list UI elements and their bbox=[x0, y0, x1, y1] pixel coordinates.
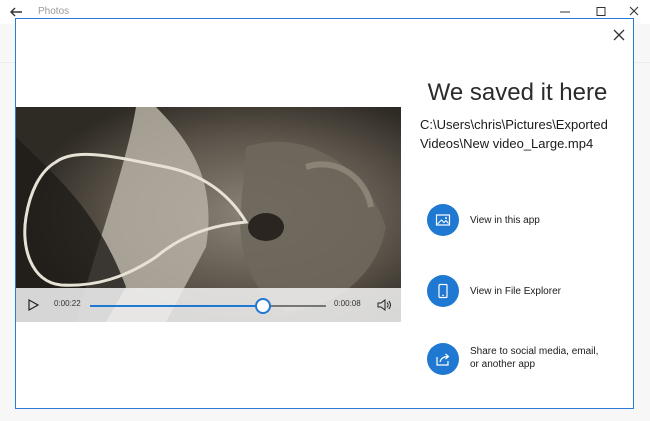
volume-icon[interactable] bbox=[376, 297, 392, 313]
share-label-line1: Share to social media, email, bbox=[470, 346, 599, 357]
app-title: Photos bbox=[38, 6, 70, 17]
seek-thumb[interactable] bbox=[255, 298, 272, 314]
export-saved-dialog: 0:00:22 0:00:08 We saved it here C:\User… bbox=[15, 18, 634, 409]
share-icon bbox=[436, 353, 450, 366]
file-explorer-circle bbox=[427, 275, 459, 307]
saved-file-path: C:\Users\chris\Pictures\Exported Videos\… bbox=[420, 115, 625, 153]
remaining-time: 0:00:08 bbox=[334, 299, 361, 308]
phone-icon bbox=[438, 283, 448, 299]
saved-file-path-line1: C:\Users\chris\Pictures\Exported bbox=[420, 117, 608, 132]
dialog-heading: We saved it here bbox=[427, 79, 608, 106]
image-icon bbox=[435, 214, 451, 226]
elapsed-time: 0:00:22 bbox=[54, 299, 81, 308]
saved-file-path-line2: Videos\New video_Large.mp4 bbox=[420, 136, 594, 151]
seek-bar-progress bbox=[90, 305, 263, 307]
share-circle bbox=[427, 343, 459, 375]
view-in-file-explorer-button[interactable]: View in File Explorer bbox=[427, 275, 627, 309]
share-button[interactable]: Share to social media, email, or another… bbox=[427, 343, 627, 379]
share-label: Share to social media, email, or another… bbox=[470, 345, 620, 371]
video-controls: 0:00:22 0:00:08 bbox=[16, 288, 401, 322]
play-icon[interactable] bbox=[26, 298, 40, 312]
share-label-line2: or another app bbox=[470, 359, 536, 370]
view-in-file-explorer-label: View in File Explorer bbox=[470, 286, 561, 297]
view-in-app-circle bbox=[427, 204, 459, 236]
seek-bar[interactable] bbox=[90, 298, 326, 314]
view-in-this-app-label: View in this app bbox=[470, 215, 540, 226]
close-dialog-icon[interactable] bbox=[611, 27, 627, 43]
video-preview[interactable]: 0:00:22 0:00:08 bbox=[16, 107, 401, 322]
view-in-this-app-button[interactable]: View in this app bbox=[427, 204, 627, 238]
